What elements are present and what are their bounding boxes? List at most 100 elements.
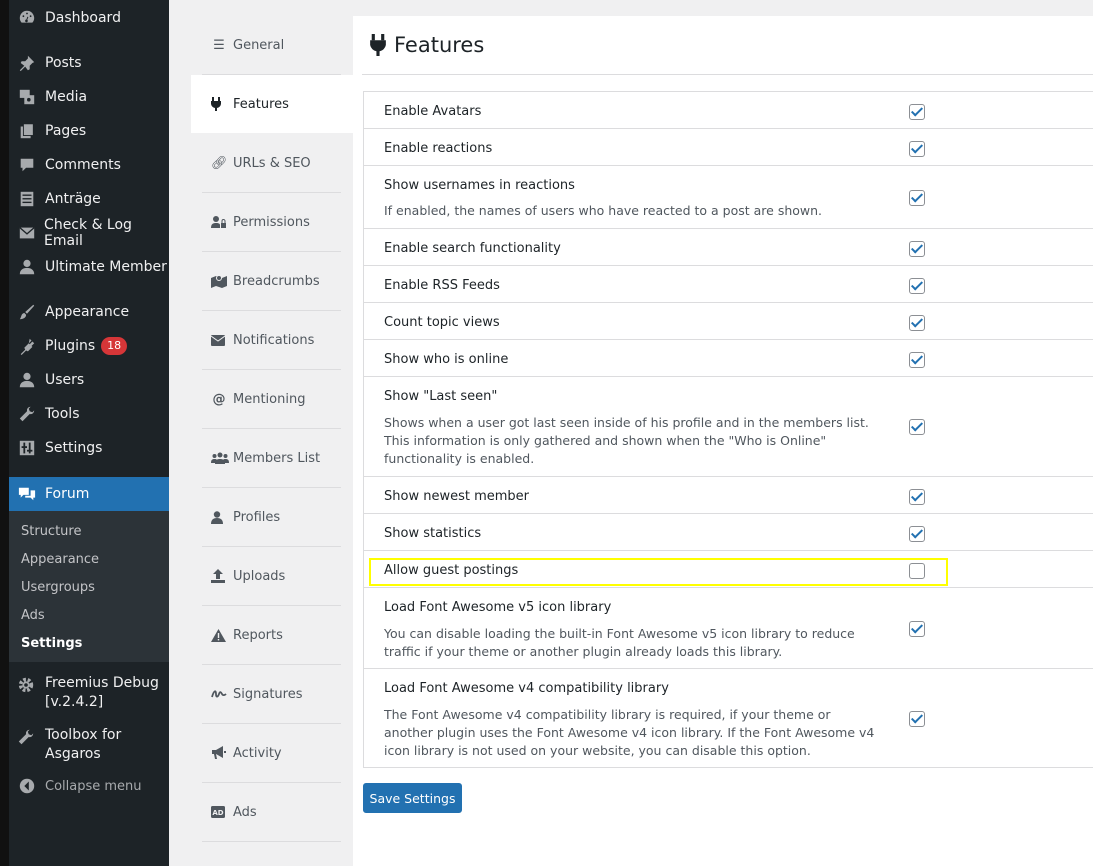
tab-label: Uploads <box>233 568 286 584</box>
setting-row-enable-search: Enable search functionality <box>364 228 1093 265</box>
svg-text:AD: AD <box>212 809 223 817</box>
menu-label: Anträge <box>45 191 101 207</box>
submenu-item-settings[interactable]: Settings <box>21 636 82 651</box>
menu-item-posts[interactable]: Posts <box>9 46 169 80</box>
setting-description: You can disable loading the built-in Fon… <box>384 626 855 659</box>
tab-ads[interactable]: AD Ads <box>202 783 341 842</box>
submenu-item-usergroups[interactable]: Usergroups <box>21 580 95 595</box>
menu-item-plugins[interactable]: Plugins 18 <box>9 329 169 363</box>
menu-label: Collapse menu <box>45 778 142 794</box>
tab-general[interactable]: ☰ General <box>202 16 341 75</box>
setting-checkbox[interactable] <box>909 526 925 542</box>
menu-item-ultimate-member[interactable]: Ultimate Member <box>9 250 169 284</box>
save-settings-button[interactable]: Save Settings <box>363 783 462 813</box>
tab-label: Profiles <box>233 509 281 525</box>
plugin-icon <box>17 336 37 356</box>
collapse-menu-button[interactable]: Collapse menu <box>9 769 169 803</box>
menu-label: Dashboard <box>45 10 121 26</box>
wrench-icon <box>17 404 37 424</box>
menu-item-forum[interactable]: Forum <box>9 477 169 511</box>
collapse-arrow-icon <box>17 776 37 796</box>
tab-features[interactable]: Features <box>191 75 353 133</box>
dashboard-icon <box>17 8 37 28</box>
setting-label: Show who is online <box>384 352 509 367</box>
setting-checkbox[interactable] <box>909 711 925 727</box>
tab-signatures[interactable]: Signatures <box>202 665 341 724</box>
wrench-icon <box>17 728 37 746</box>
tab-label: Activity <box>233 745 282 761</box>
setting-label: Load Font Awesome v4 compatibility libra… <box>384 681 669 696</box>
tab-activity[interactable]: Activity <box>202 724 341 783</box>
page-title: Features <box>394 33 485 57</box>
menu-item-settings[interactable]: Settings <box>9 431 169 465</box>
window-edge <box>0 0 9 866</box>
menu-item-media[interactable]: Media <box>9 80 169 114</box>
email-icon <box>17 223 36 243</box>
tab-permissions[interactable]: Permissions <box>202 193 341 252</box>
setting-checkbox[interactable] <box>909 621 925 637</box>
tab-label: Notifications <box>233 332 315 348</box>
setting-checkbox[interactable] <box>909 190 925 206</box>
tab-breadcrumbs[interactable]: Breadcrumbs <box>202 252 341 311</box>
menu-label: Freemius Debug <box>45 675 159 691</box>
setting-row-show-last-seen: Show "Last seen" Shows when a user got l… <box>364 376 1093 476</box>
setting-checkbox[interactable] <box>909 141 925 157</box>
tab-label: Ads <box>233 804 257 820</box>
menu-item-freemius-debug[interactable]: Freemius Debug [v.2.4.2] <box>9 674 169 712</box>
tab-label: Permissions <box>233 214 310 230</box>
upload-icon <box>211 569 227 583</box>
setting-checkbox[interactable] <box>909 315 925 331</box>
menu-item-comments[interactable]: Comments <box>9 148 169 182</box>
setting-checkbox[interactable] <box>909 563 925 579</box>
setting-row-count-topic-views: Count topic views <box>364 302 1093 339</box>
user-lock-icon <box>211 215 227 229</box>
menu-item-toolbox-for-asgaros[interactable]: Toolbox for Asgaros <box>9 726 169 764</box>
menu-item-users[interactable]: Users <box>9 363 169 397</box>
menu-item-pages[interactable]: Pages <box>9 114 169 148</box>
setting-row-load-font-awesome-v4: Load Font Awesome v4 compatibility libra… <box>364 668 1093 767</box>
setting-checkbox[interactable] <box>909 104 925 120</box>
menu-label: Users <box>45 372 85 388</box>
tab-uploads[interactable]: Uploads <box>202 547 341 606</box>
at-icon: @ <box>212 391 226 407</box>
submenu-item-structure[interactable]: Structure <box>21 524 81 539</box>
menu-label: Comments <box>45 157 121 173</box>
menu-label: [v.2.4.2] <box>45 694 104 710</box>
setting-description: Shows when a user got last seen inside o… <box>384 415 869 466</box>
tab-reports[interactable]: Reports <box>202 606 341 665</box>
menu-label: Posts <box>45 55 82 71</box>
menu-item-antraege[interactable]: Anträge <box>9 182 169 216</box>
tab-members-list[interactable]: Members List <box>202 429 341 488</box>
setting-label: Show usernames in reactions <box>384 178 575 193</box>
plug-icon <box>211 97 227 111</box>
tab-notifications[interactable]: Notifications <box>202 311 341 370</box>
menu-label: Pages <box>45 123 87 139</box>
setting-label: Show newest member <box>384 489 529 504</box>
submenu-item-ads[interactable]: Ads <box>21 608 45 623</box>
users-icon <box>17 370 37 390</box>
setting-label: Show "Last seen" <box>384 389 498 404</box>
setting-row-enable-rss: Enable RSS Feeds <box>364 265 1093 302</box>
tab-label: Signatures <box>233 686 303 702</box>
menu-item-tools[interactable]: Tools <box>9 397 169 431</box>
envelope-icon <box>211 334 227 346</box>
tab-profiles[interactable]: Profiles <box>202 488 341 547</box>
submenu-item-appearance[interactable]: Appearance <box>21 552 99 567</box>
tab-label: General <box>233 37 285 53</box>
tab-urls-seo[interactable]: 🔗︎ URLs & SEO <box>202 134 341 193</box>
setting-checkbox[interactable] <box>909 352 925 368</box>
setting-checkbox[interactable] <box>909 489 925 505</box>
forum-icon <box>17 484 37 504</box>
pages-icon <box>17 121 37 141</box>
menu-item-check-log-email[interactable]: Check & Log Email <box>9 216 169 250</box>
setting-row-show-statistics: Show statistics <box>364 513 1093 550</box>
tab-mentioning[interactable]: @ Mentioning <box>202 370 341 429</box>
plug-icon <box>370 34 386 56</box>
menu-item-appearance[interactable]: Appearance <box>9 295 169 329</box>
setting-checkbox[interactable] <box>909 278 925 294</box>
setting-checkbox[interactable] <box>909 241 925 257</box>
users-icon <box>211 452 229 464</box>
setting-checkbox[interactable] <box>909 419 925 435</box>
menu-item-dashboard[interactable]: Dashboard <box>9 1 169 35</box>
gear-icon <box>17 676 37 694</box>
